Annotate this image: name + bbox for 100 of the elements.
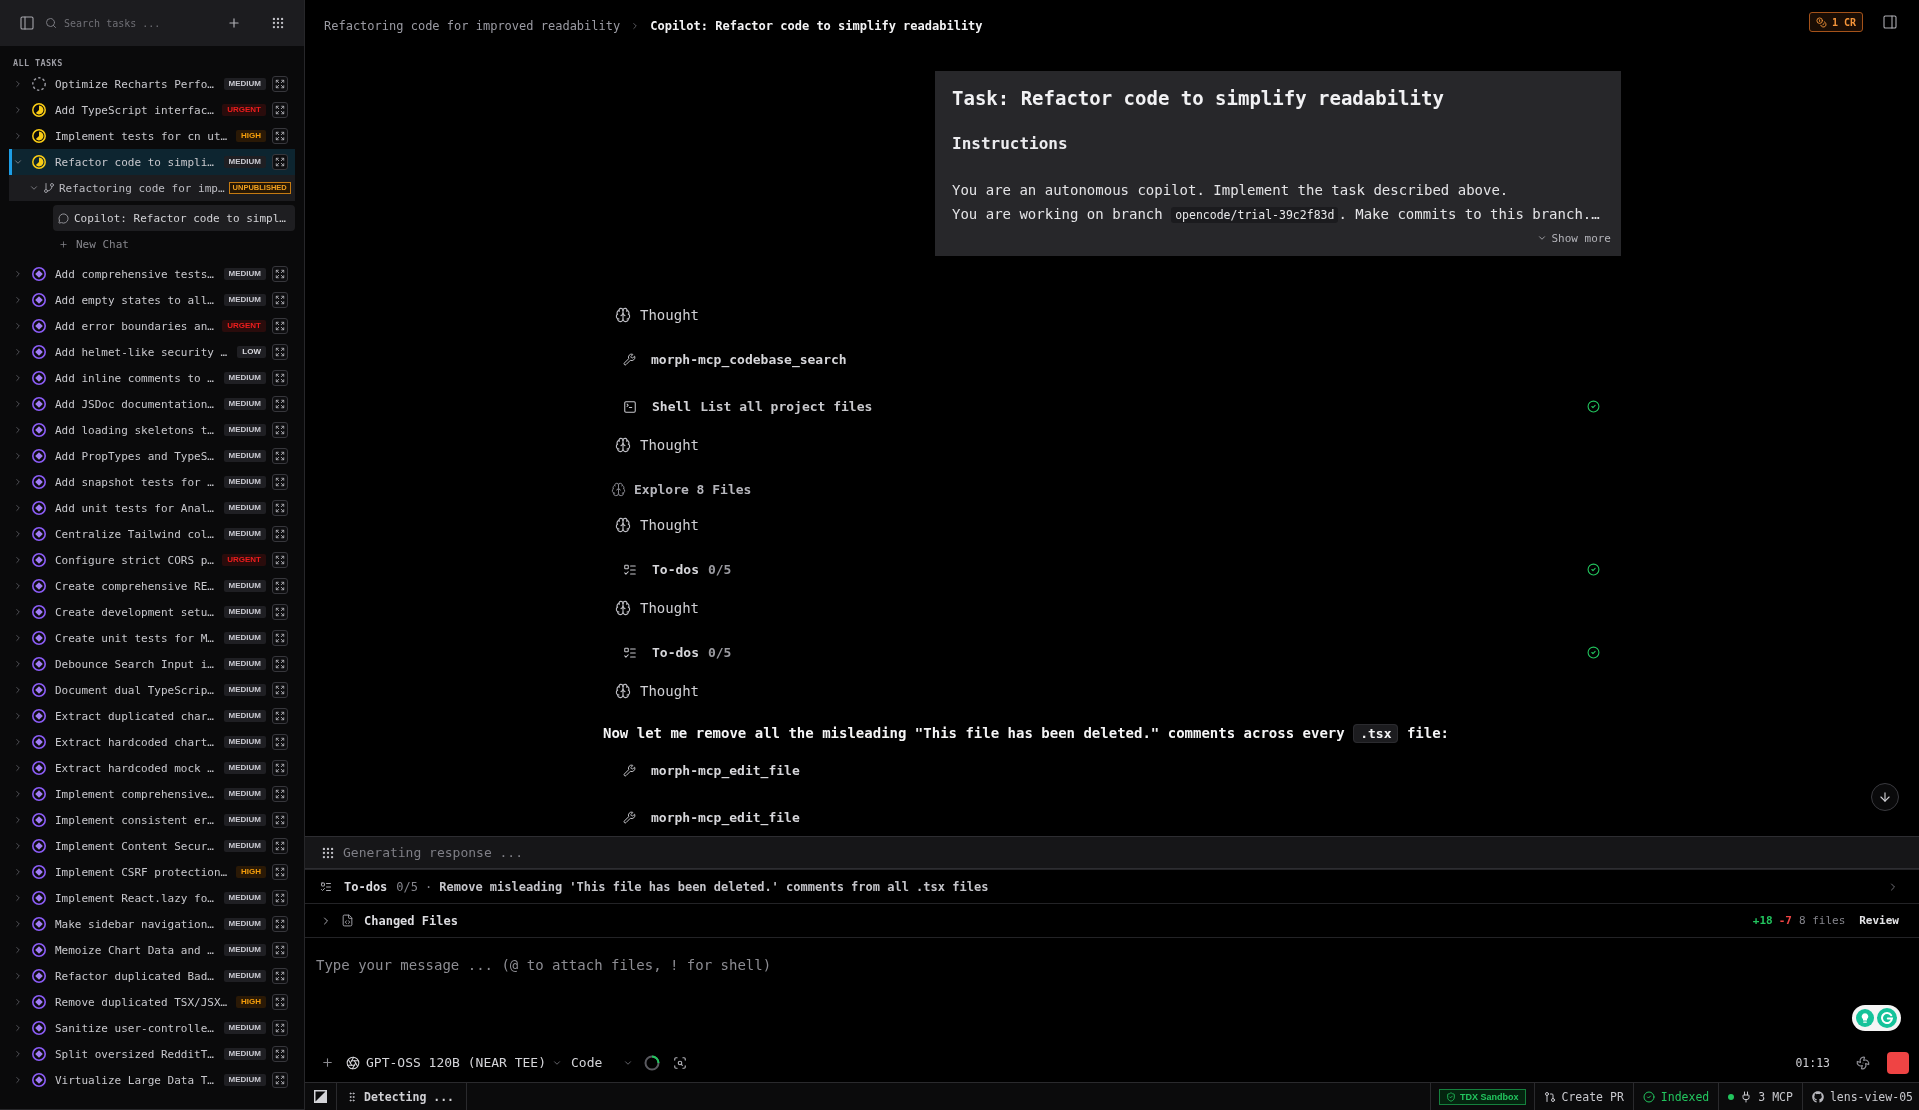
expand-button[interactable] — [272, 396, 288, 412]
fan-icon[interactable] — [1856, 1055, 1870, 1070]
expand-button[interactable] — [272, 1046, 288, 1062]
task-item[interactable]: Add error boundaries an… URGENT — [9, 313, 295, 339]
expand-button[interactable] — [272, 500, 288, 516]
task-item[interactable]: Document dual TypeScrip… MEDIUM — [9, 677, 295, 703]
task-item[interactable]: Add comprehensive tests… MEDIUM — [9, 261, 295, 287]
task-item[interactable]: Implement tests for cn ut… HIGH — [9, 123, 295, 149]
expand-button[interactable] — [272, 916, 288, 932]
task-item[interactable]: Add PropTypes and TypeS… MEDIUM — [9, 443, 295, 469]
expand-button[interactable] — [272, 422, 288, 438]
stop-button[interactable] — [1887, 1051, 1909, 1074]
task-item[interactable]: Remove duplicated TSX/JSX… HIGH — [9, 989, 295, 1015]
expand-button[interactable] — [272, 266, 288, 282]
task-item[interactable]: Split oversized RedditT… MEDIUM — [9, 1041, 295, 1067]
task-item[interactable]: Implement React.lazy fo… MEDIUM — [9, 885, 295, 911]
task-item[interactable]: Virtualize Large Data T… MEDIUM — [9, 1067, 295, 1093]
assistant-widget[interactable] — [1852, 1005, 1901, 1031]
task-item[interactable]: Debounce Search Input i… MEDIUM — [9, 651, 295, 677]
expand-button[interactable] — [272, 128, 288, 144]
task-item[interactable]: Create unit tests for M… MEDIUM — [9, 625, 295, 651]
branch-button[interactable]: lens-view-05 — [1801, 1083, 1919, 1110]
expand-button[interactable] — [272, 318, 288, 334]
task-item[interactable]: Memoize Chart Data and … MEDIUM — [9, 937, 295, 963]
search-field[interactable]: Search tasks ... — [64, 12, 217, 34]
task-item[interactable]: Create comprehensive RE… MEDIUM — [9, 573, 295, 599]
expand-button[interactable] — [272, 526, 288, 542]
create-pr-button[interactable]: Create PR — [1533, 1083, 1633, 1110]
expand-button[interactable] — [272, 812, 288, 828]
index-status-button[interactable]: Indexed — [1632, 1083, 1719, 1110]
sandbox-badge[interactable]: TDX Sandbox — [1439, 1088, 1526, 1105]
task-item[interactable]: Optimize Recharts Perfo… MEDIUM — [9, 71, 295, 97]
contrast-icon[interactable] — [314, 1090, 327, 1103]
plus-icon[interactable] — [321, 1056, 334, 1069]
task-item[interactable]: Create development setu… MEDIUM — [9, 599, 295, 625]
mode-select[interactable]: Code — [571, 1055, 633, 1070]
show-more-button[interactable]: Show more — [1537, 230, 1611, 246]
mcp-button[interactable]: 3 MCP — [1718, 1083, 1802, 1110]
task-item[interactable]: Implement Content Secur… MEDIUM — [9, 833, 295, 859]
task-item[interactable]: Add empty states to all… MEDIUM — [9, 287, 295, 313]
plus-icon[interactable] — [227, 16, 241, 30]
task-item[interactable]: Extract hardcoded chart… MEDIUM — [9, 729, 295, 755]
expand-button[interactable] — [272, 656, 288, 672]
scroll-down-button[interactable] — [1871, 783, 1899, 811]
task-item[interactable]: Add snapshot tests for … MEDIUM — [9, 469, 295, 495]
grid-icon[interactable] — [271, 16, 285, 30]
task-item[interactable]: Centralize Tailwind col… MEDIUM — [9, 521, 295, 547]
expand-button[interactable] — [272, 760, 288, 776]
expand-button[interactable] — [272, 474, 288, 490]
expand-button[interactable] — [272, 292, 288, 308]
expand-button[interactable] — [272, 1020, 288, 1036]
expand-button[interactable] — [272, 344, 288, 360]
model-select[interactable]: GPT-OSS 120B (NEAR TEE) — [346, 1055, 562, 1070]
task-item[interactable]: Add inline comments to … MEDIUM — [9, 365, 295, 391]
expand-button[interactable] — [272, 154, 288, 170]
expand-button[interactable] — [272, 682, 288, 698]
expand-button[interactable] — [272, 76, 288, 92]
expand-button[interactable] — [272, 838, 288, 854]
expand-button[interactable] — [272, 994, 288, 1010]
breadcrumb-link[interactable]: Copilot: Refactor code to simplify readability — [650, 19, 983, 33]
task-item[interactable]: Add unit tests for Anal… MEDIUM — [9, 495, 295, 521]
task-item[interactable]: Sanitize user-controlle… MEDIUM — [9, 1015, 295, 1041]
expand-button[interactable] — [272, 786, 288, 802]
expand-button[interactable] — [272, 448, 288, 464]
new-chat-button[interactable]: New Chat — [59, 231, 129, 257]
expand-button[interactable] — [272, 578, 288, 594]
expand-button[interactable] — [272, 370, 288, 386]
expand-button[interactable] — [272, 630, 288, 646]
expand-button[interactable] — [272, 942, 288, 958]
expand-button[interactable] — [272, 102, 288, 118]
chat-item[interactable]: Copilot: Refactor code to simpl… — [53, 205, 295, 231]
message-input[interactable]: Type your message ... (@ to attach files, ! for shell) — [305, 938, 1919, 1043]
expand-button[interactable] — [272, 864, 288, 880]
expand-button[interactable] — [272, 604, 288, 620]
task-item[interactable]: Implement CSRF protection… HIGH — [9, 859, 295, 885]
task-item[interactable]: Configure strict CORS p… URGENT — [9, 547, 295, 573]
task-item[interactable]: Extract hardcoded mock … MEDIUM — [9, 755, 295, 781]
scan-search-icon[interactable] — [673, 1055, 687, 1070]
task-item[interactable]: Implement comprehensive… MEDIUM — [9, 781, 295, 807]
expand-button[interactable] — [272, 890, 288, 906]
panel-toggle-icon[interactable] — [1882, 14, 1898, 30]
expand-button[interactable] — [272, 968, 288, 984]
task-item[interactable]: Refactor code to simpli… MEDIUM — [9, 149, 295, 175]
task-item[interactable]: Add loading skeletons t… MEDIUM — [9, 417, 295, 443]
expand-button[interactable] — [272, 708, 288, 724]
sidebar-toggle-icon[interactable] — [19, 15, 35, 31]
expand-button[interactable] — [272, 552, 288, 568]
task-item[interactable]: Add helmet-like security … LOW — [9, 339, 295, 365]
expand-button[interactable] — [272, 734, 288, 750]
task-item[interactable]: Refactor duplicated Bad… MEDIUM — [9, 963, 295, 989]
credits-badge[interactable]: 1 CR — [1808, 12, 1863, 32]
task-item[interactable]: Make sidebar navigation… MEDIUM — [9, 911, 295, 937]
task-item[interactable]: Implement consistent er… MEDIUM — [9, 807, 295, 833]
task-item[interactable]: Extract duplicated char… MEDIUM — [9, 703, 295, 729]
chevron-down-icon[interactable] — [29, 183, 39, 193]
chevron-down-icon[interactable] — [13, 157, 23, 167]
breadcrumb-link[interactable]: Refactoring code for improved readability — [324, 19, 621, 33]
expand-button[interactable] — [272, 1072, 288, 1088]
task-item[interactable]: Add TypeScript interfac… URGENT — [9, 97, 295, 123]
task-item[interactable]: Add JSDoc documentation… MEDIUM — [9, 391, 295, 417]
